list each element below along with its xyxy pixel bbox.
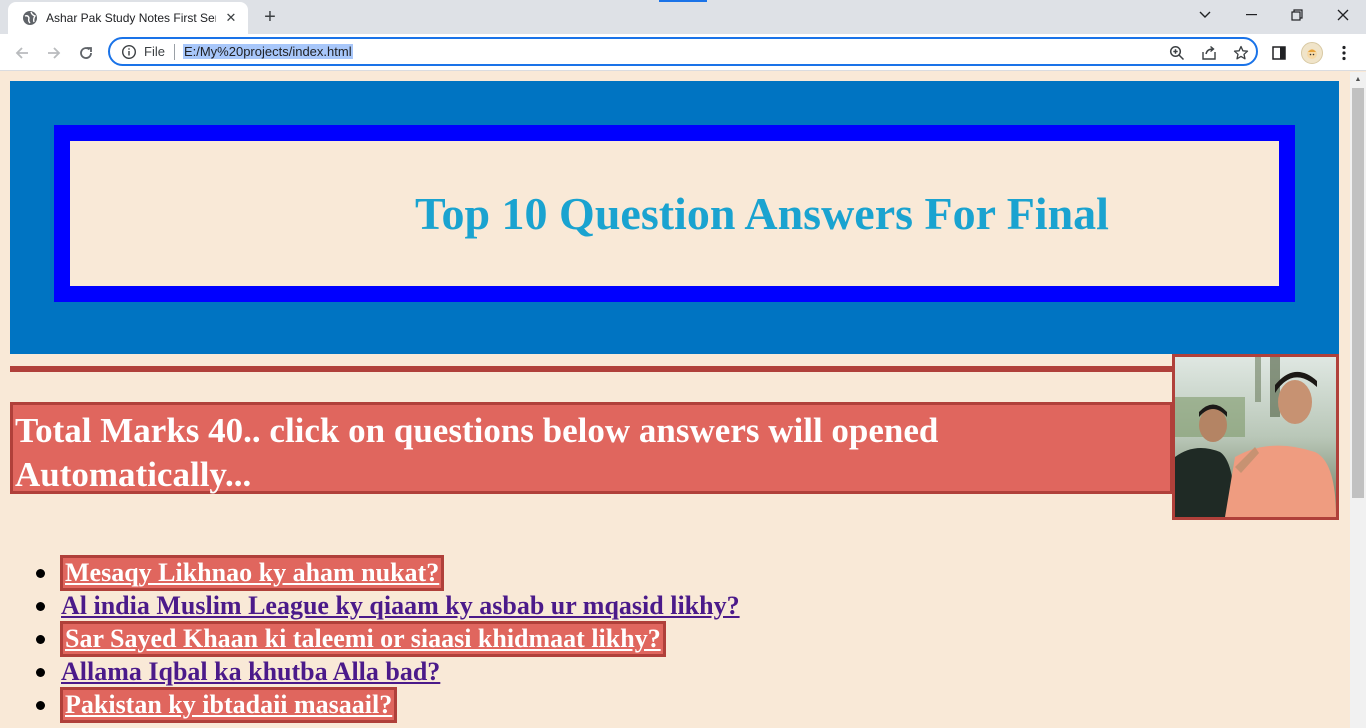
horizontal-rule bbox=[10, 366, 1174, 372]
bullet-icon bbox=[36, 701, 45, 710]
total-marks-text: Total Marks 40.. click on questions belo… bbox=[15, 411, 939, 494]
list-item: Allama Iqbal ka khutba Alla bad? bbox=[36, 655, 742, 688]
omnibox-scheme-label: File bbox=[144, 44, 165, 59]
tab-search-chevron-icon[interactable] bbox=[1182, 0, 1228, 30]
page-viewport: Top 10 Question Answers For Final Total … bbox=[0, 72, 1350, 728]
hero-banner: Top 10 Question Answers For Final bbox=[10, 81, 1339, 354]
omnibox-divider bbox=[173, 43, 175, 60]
forward-arrow-icon bbox=[48, 47, 61, 59]
list-item: Al india Muslim League ky qiaam ky asbab… bbox=[36, 589, 742, 622]
reload-button[interactable] bbox=[72, 39, 100, 67]
hero-frame: Top 10 Question Answers For Final bbox=[54, 125, 1295, 302]
side-panel-icon[interactable] bbox=[1265, 39, 1293, 67]
question-list: Mesaqy Likhnao ky aham nukat? Al india M… bbox=[36, 554, 742, 723]
browser-tab-active[interactable]: Ashar Pak Study Notes First Seme ✕ bbox=[8, 2, 248, 34]
address-bar[interactable]: File E:/My%20projects/index.html bbox=[108, 37, 1258, 66]
kebab-menu-icon[interactable] bbox=[1330, 39, 1358, 67]
question-link-2[interactable]: Al india Muslim League ky qiaam ky asbab… bbox=[60, 591, 742, 621]
list-item: Mesaqy Likhnao ky aham nukat? bbox=[36, 554, 742, 591]
tab-title: Ashar Pak Study Notes First Seme bbox=[46, 11, 216, 25]
avatar bbox=[1301, 42, 1323, 64]
info-icon[interactable] bbox=[121, 44, 137, 60]
scroll-up-arrow-icon[interactable]: ▲ bbox=[1350, 72, 1366, 86]
question-link-1[interactable]: Mesaqy Likhnao ky aham nukat? bbox=[60, 554, 445, 591]
profile-photo bbox=[1172, 354, 1339, 520]
new-tab-button[interactable]: + bbox=[258, 5, 282, 29]
question-link-5[interactable]: Pakistan ky ibtadaii masaail? bbox=[60, 686, 398, 723]
share-icon[interactable] bbox=[1198, 43, 1220, 63]
bullet-icon bbox=[36, 635, 45, 644]
bullet-icon bbox=[36, 668, 45, 677]
list-item: Sar Sayed Khaan ki taleemi or siaasi khi… bbox=[36, 620, 742, 657]
question-link-3[interactable]: Sar Sayed Khaan ki taleemi or siaasi khi… bbox=[60, 620, 666, 657]
url-text[interactable]: E:/My%20projects/index.html bbox=[182, 44, 353, 59]
restore-button[interactable] bbox=[1274, 0, 1320, 30]
back-button[interactable] bbox=[8, 39, 36, 67]
tab-strip: Ashar Pak Study Notes First Seme ✕ + bbox=[0, 0, 1366, 34]
star-icon[interactable] bbox=[1230, 43, 1252, 63]
vertical-scrollbar[interactable]: ▲ bbox=[1350, 72, 1366, 728]
tab-strip-accent bbox=[659, 0, 707, 2]
browser-toolbar: File E:/My%20projects/index.html bbox=[0, 34, 1366, 71]
list-item: Pakistan ky ibtadaii masaail? bbox=[36, 686, 742, 723]
minimize-button[interactable] bbox=[1228, 0, 1274, 30]
profile-avatar[interactable] bbox=[1298, 39, 1326, 67]
reload-icon bbox=[80, 47, 92, 59]
back-arrow-icon bbox=[15, 47, 28, 59]
bullet-icon bbox=[36, 602, 45, 611]
question-link-4[interactable]: Allama Iqbal ka khutba Alla bad? bbox=[60, 657, 442, 687]
page-title: Top 10 Question Answers For Final bbox=[415, 188, 1109, 239]
forward-button[interactable] bbox=[40, 39, 68, 67]
bullet-icon bbox=[36, 569, 45, 578]
hero-inner: Top 10 Question Answers For Final bbox=[70, 141, 1279, 286]
zoom-icon[interactable] bbox=[1166, 43, 1188, 63]
total-marks-banner: Total Marks 40.. click on questions belo… bbox=[10, 402, 1173, 494]
close-window-button[interactable] bbox=[1320, 0, 1366, 30]
tab-close-icon[interactable]: ✕ bbox=[222, 9, 240, 27]
scrollbar-thumb[interactable] bbox=[1352, 88, 1364, 498]
globe-icon bbox=[22, 10, 38, 26]
